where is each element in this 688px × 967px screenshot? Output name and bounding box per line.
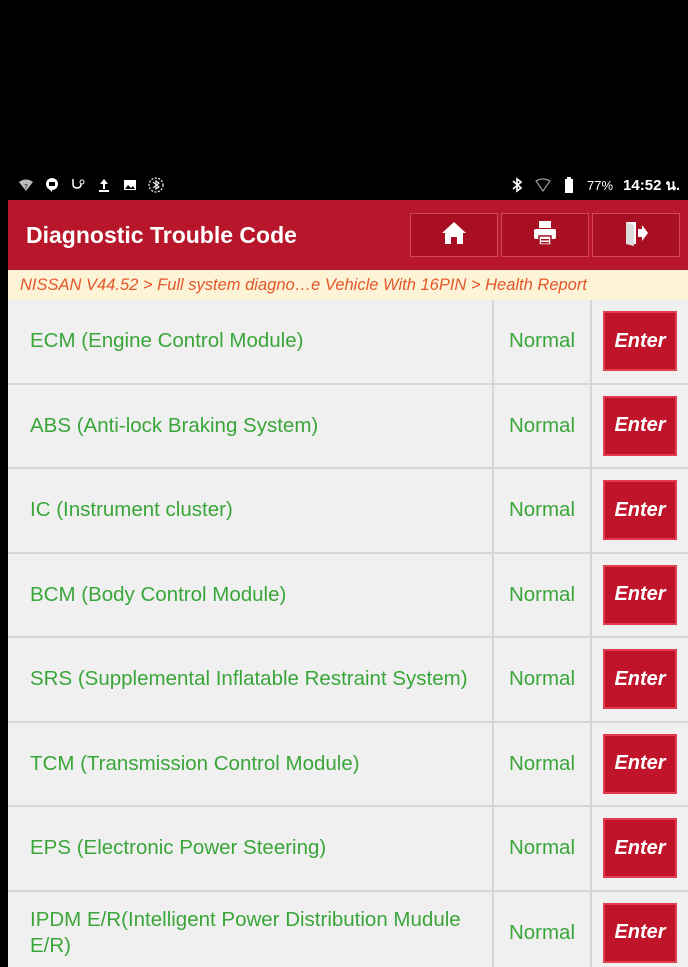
table-row: TCM (Transmission Control Module) Normal… <box>8 722 688 807</box>
wifi-question-icon: ? <box>18 177 34 193</box>
exit-icon <box>624 220 648 251</box>
system-status: Normal <box>494 469 592 552</box>
bluetooth-circle-icon <box>148 177 164 193</box>
battery-icon <box>561 177 577 193</box>
home-button[interactable] <box>410 213 498 257</box>
table-row: BCM (Body Control Module) Normal Enter <box>8 553 688 638</box>
enter-button[interactable]: Enter <box>603 733 677 794</box>
stethoscope-icon <box>70 177 86 193</box>
enter-button[interactable]: Enter <box>603 564 677 625</box>
system-name: SRS (Supplemental Inflatable Restraint S… <box>8 638 494 721</box>
wifi-outline-icon <box>535 177 551 193</box>
header-toolbar <box>407 213 680 257</box>
battery-percent: 77% <box>587 177 614 193</box>
system-status: Normal <box>494 300 592 383</box>
image-icon <box>122 177 138 193</box>
print-button[interactable] <box>501 213 589 257</box>
table-row: ECM (Engine Control Module) Normal Enter <box>8 300 688 385</box>
system-status: Normal <box>494 722 592 805</box>
system-name: EPS (Electronic Power Steering) <box>8 807 494 890</box>
clock: 14:52 น. <box>623 177 680 194</box>
print-icon <box>532 220 558 251</box>
status-bar: ? 77% 14:52 น. <box>8 170 688 200</box>
page-title: Diagnostic Trouble Code <box>26 221 297 248</box>
system-name: IC (Instrument cluster) <box>8 469 494 552</box>
system-status: Normal <box>494 807 592 890</box>
system-name: ECM (Engine Control Module) <box>8 300 494 383</box>
system-list: ECM (Engine Control Module) Normal Enter… <box>8 300 688 967</box>
table-row: EPS (Electronic Power Steering) Normal E… <box>8 807 688 892</box>
home-icon <box>441 221 467 250</box>
svg-text:?: ? <box>24 183 28 191</box>
breadcrumb: NISSAN V44.52 > Full system diagno…e Veh… <box>8 270 688 300</box>
system-name: BCM (Body Control Module) <box>8 553 494 636</box>
system-name: IPDM E/R(Intelligent Power Distribution … <box>8 891 494 967</box>
bluetooth-icon <box>509 177 525 193</box>
table-row: SRS (Supplemental Inflatable Restraint S… <box>8 638 688 723</box>
system-status: Normal <box>494 638 592 721</box>
table-row: ABS (Anti-lock Braking System) Normal En… <box>8 384 688 469</box>
enter-button[interactable]: Enter <box>603 480 677 541</box>
app-header: Diagnostic Trouble Code <box>8 200 688 270</box>
system-status: Normal <box>494 553 592 636</box>
system-status: Normal <box>494 384 592 467</box>
enter-button[interactable]: Enter <box>603 818 677 879</box>
enter-button[interactable]: Enter <box>603 311 677 372</box>
system-name: ABS (Anti-lock Braking System) <box>8 384 494 467</box>
chat-bubble-icon <box>44 177 60 193</box>
enter-button[interactable]: Enter <box>603 902 677 963</box>
enter-button[interactable]: Enter <box>603 649 677 710</box>
table-row: IC (Instrument cluster) Normal Enter <box>8 469 688 554</box>
exit-button[interactable] <box>592 213 680 257</box>
system-status: Normal <box>494 891 592 967</box>
table-row: IPDM E/R(Intelligent Power Distribution … <box>8 891 688 967</box>
upload-icon <box>96 177 112 193</box>
system-name: TCM (Transmission Control Module) <box>8 722 494 805</box>
enter-button[interactable]: Enter <box>603 395 677 456</box>
